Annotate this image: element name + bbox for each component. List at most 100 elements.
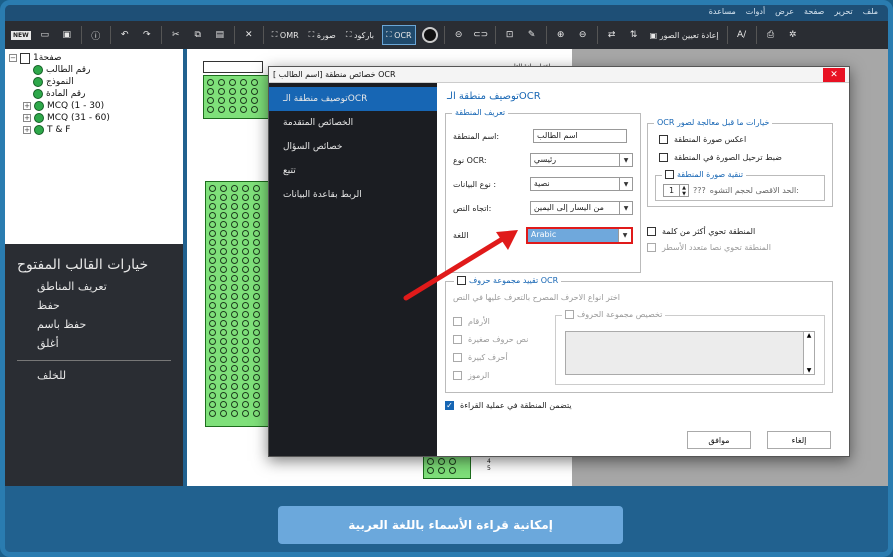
annotation-arrow-icon	[403, 230, 518, 301]
reset-images-button[interactable]: ▣ إعادة تعيين الصور	[648, 25, 721, 45]
answer-bubble	[242, 230, 249, 237]
region-name-label: اسم المنطقة:	[453, 131, 500, 141]
close-item[interactable]: أغلق	[17, 337, 171, 356]
menu-help[interactable]: مساعدة	[709, 7, 736, 21]
redo-icon[interactable]: ↷	[139, 25, 155, 45]
tree-item[interactable]: + MCQ (31 - 60)	[9, 112, 179, 124]
tree-item[interactable]: + MCQ (1 - 30)	[9, 100, 179, 112]
expand-icon[interactable]: +	[23, 114, 31, 122]
tree-item[interactable]: النموذج	[9, 76, 179, 88]
data-type-select[interactable]: نصية ▼	[529, 177, 633, 191]
symbols-checkbox[interactable]	[453, 371, 462, 380]
answer-bubble	[253, 347, 260, 354]
save-as-item[interactable]: حفظ باسم	[17, 318, 171, 337]
answer-bubble	[231, 401, 238, 408]
info-icon[interactable]: ⓘ	[88, 25, 104, 45]
tree-item[interactable]: رقم المادة	[9, 88, 179, 100]
close-icon[interactable]: ✕	[823, 67, 845, 82]
print-icon[interactable]: ⎙	[763, 25, 779, 45]
template-tree: − صفحة1 رقم الطالب النموذج رقم المادة + …	[5, 49, 183, 244]
menu-view[interactable]: عرض	[775, 7, 794, 21]
answer-bubble	[251, 88, 258, 95]
link-icon[interactable]: ⊝	[451, 25, 467, 45]
language-select[interactable]: Arabic ▼	[525, 227, 633, 244]
flip-vertical-icon[interactable]: ⇅	[626, 25, 642, 45]
noise-size-stepper[interactable]: 1 ▲ ▼	[663, 184, 689, 197]
region-name-field[interactable]: اسم الطالب	[533, 129, 627, 143]
digits-checkbox[interactable]	[453, 317, 462, 326]
save-item[interactable]: حفظ	[17, 299, 171, 318]
nav-advanced-properties[interactable]: الخصائص المتقدمة	[269, 111, 437, 135]
nav-ocr-description[interactable]: توصيف منطقة الـOCR	[269, 87, 437, 111]
custom-charset-list[interactable]: ▲ ▼	[565, 331, 815, 375]
ocr-type-select[interactable]: رئيسي ▼	[529, 153, 633, 167]
flip-horizontal-icon[interactable]: ⇄	[604, 25, 620, 45]
auto-align-icon[interactable]: ⊡	[502, 25, 518, 45]
pen-icon[interactable]: ✎	[524, 25, 540, 45]
answer-bubble	[220, 266, 227, 273]
nav-question-properties[interactable]: خصائص السؤال	[269, 135, 437, 159]
expand-icon[interactable]: +	[23, 126, 31, 134]
open-icon[interactable]: ▭	[37, 25, 53, 45]
expand-icon[interactable]: +	[23, 102, 31, 110]
answer-bubble	[209, 257, 216, 264]
answer-bubble	[253, 410, 260, 417]
ok-button[interactable]: موافق	[687, 431, 751, 449]
answer-bubble	[251, 106, 258, 113]
tree-item[interactable]: + T & F	[9, 124, 179, 136]
multiword-checkbox[interactable]	[647, 227, 656, 236]
back-item[interactable]: للخلف	[17, 369, 171, 388]
stepper-arrows-icon[interactable]: ▲ ▼	[679, 184, 688, 197]
collapse-icon[interactable]: −	[9, 54, 17, 62]
answer-bubble	[253, 185, 260, 192]
clean-image-checkbox[interactable]	[665, 170, 674, 179]
spellcheck-icon[interactable]: A/	[734, 25, 750, 45]
menu-tools[interactable]: أدوات	[746, 7, 765, 21]
deskew-checkbox[interactable]	[659, 153, 668, 162]
answer-bubble	[242, 374, 249, 381]
undo-icon[interactable]: ↶	[117, 25, 133, 45]
cancel-button[interactable]: إلغاء	[767, 431, 831, 449]
lowercase-checkbox[interactable]	[453, 335, 462, 344]
record-icon[interactable]	[421, 27, 438, 43]
ocr-button[interactable]: ⛶ OCR	[382, 25, 416, 45]
settings-icon[interactable]: ✲	[785, 25, 801, 45]
barcode-button[interactable]: ⛶ باركود	[344, 25, 376, 45]
scroll-up-icon[interactable]: ▲	[807, 332, 812, 339]
image-zone-button[interactable]: ⛶ صورة	[307, 25, 338, 45]
menu-edit[interactable]: تحرير	[834, 7, 852, 21]
multiline-checkbox[interactable]	[647, 243, 656, 252]
nav-database-link[interactable]: الربط بقاعدة البيانات	[269, 183, 437, 207]
text-direction-label: اتجاه النص:	[453, 203, 492, 213]
scroll-down-icon[interactable]: ▼	[807, 367, 812, 374]
tree-item[interactable]: رقم الطالب	[9, 64, 179, 76]
omr-button[interactable]: ⛶ OMR	[270, 25, 301, 45]
unlink-icon[interactable]: ⊂⊃	[473, 25, 489, 45]
new-icon[interactable]: NEW	[11, 25, 31, 45]
bubble-block[interactable]	[203, 75, 271, 119]
invert-checkbox[interactable]	[659, 135, 668, 144]
zoom-in-icon[interactable]: ⊕	[553, 25, 569, 45]
answer-bubble	[209, 248, 216, 255]
list-scrollbar[interactable]: ▲ ▼	[803, 332, 814, 374]
include-region-checkbox[interactable]: ✓	[445, 401, 454, 410]
answer-bubble	[220, 320, 227, 327]
nav-tracking[interactable]: تتبع	[269, 159, 437, 183]
zoom-out-icon[interactable]: ⊖	[575, 25, 591, 45]
uppercase-checkbox[interactable]	[453, 353, 462, 362]
menu-page[interactable]: صفحة	[804, 7, 824, 21]
chevron-down-icon: ▼	[618, 229, 631, 242]
delete-icon[interactable]: ✕	[241, 25, 257, 45]
tree-root[interactable]: − صفحة1	[9, 52, 179, 64]
define-regions-item[interactable]: تعريف المناطق	[17, 280, 171, 299]
bubble-column	[220, 185, 227, 417]
paste-icon[interactable]: ▤	[212, 25, 228, 45]
text-direction-select[interactable]: من اليسار إلى اليمين ▼	[529, 201, 633, 215]
cut-icon[interactable]: ✂	[168, 25, 184, 45]
bubble-block[interactable]	[205, 181, 271, 427]
copy-icon[interactable]: ⧉	[190, 25, 206, 45]
save-icon[interactable]: ▣	[59, 25, 75, 45]
menu-file[interactable]: ملف	[863, 7, 878, 21]
bubble-column	[231, 185, 238, 417]
custom-charset-checkbox[interactable]	[565, 310, 574, 319]
